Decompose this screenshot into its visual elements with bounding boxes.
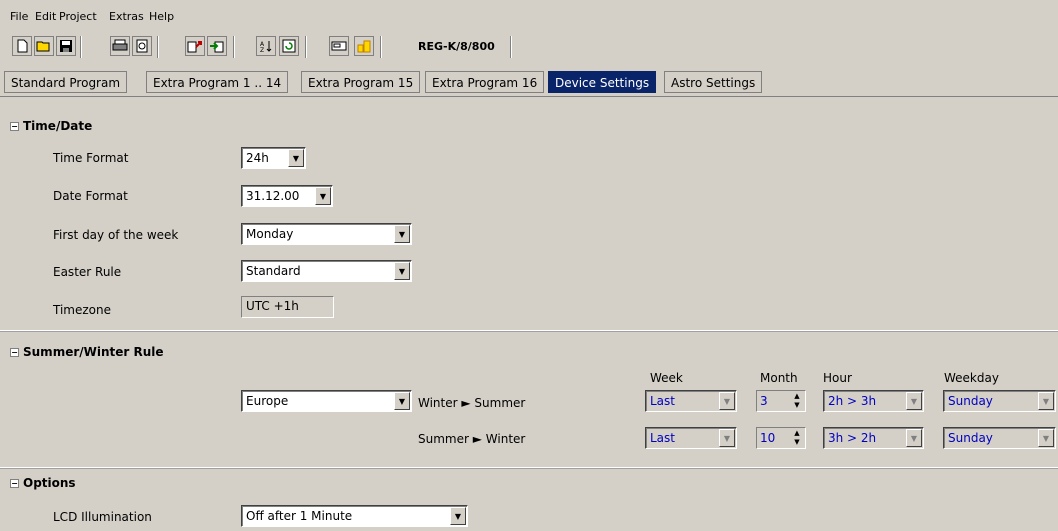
chevron-down-icon[interactable]: ▼	[719, 429, 735, 447]
folder-icon[interactable]	[354, 36, 374, 56]
toolbar-separator	[157, 36, 159, 58]
chevron-down-icon[interactable]: ▼	[1038, 429, 1054, 447]
divider	[0, 330, 1058, 332]
spinner-arrows-icon[interactable]: ▲ ▼	[790, 429, 804, 447]
collapse-icon[interactable]: −	[10, 121, 19, 131]
easter-rule-label: Easter Rule	[53, 265, 122, 279]
device-icon[interactable]	[329, 36, 349, 56]
device-name: REG-K/8/800	[418, 40, 495, 53]
time-format-label: Time Format	[53, 151, 129, 165]
week-select-winter-summer[interactable]: Last ▼	[645, 390, 737, 412]
easter-rule-select[interactable]: Standard ▼	[241, 260, 412, 282]
week-select-summer-winter[interactable]: Last ▼	[645, 427, 737, 449]
chevron-down-icon[interactable]: ▼	[719, 392, 735, 410]
section-title: Time/Date	[23, 119, 93, 133]
toolbar-separator	[380, 36, 382, 58]
chevron-down-icon[interactable]: ▼	[394, 392, 410, 410]
weekday-select-winter-summer[interactable]: Sunday ▼	[943, 390, 1056, 412]
chevron-down-icon[interactable]: ▼	[450, 507, 466, 525]
time-format-select[interactable]: 24h ▼	[241, 147, 306, 169]
section-title: Summer/Winter Rule	[23, 345, 164, 359]
column-week-header: Week	[650, 371, 683, 385]
month-spinner-winter-summer[interactable]: 3 ▲ ▼	[756, 390, 806, 412]
section-summer-winter[interactable]: − Summer/Winter Rule	[10, 345, 164, 359]
date-format-select[interactable]: 31.12.00 ▼	[241, 185, 333, 207]
section-title: Options	[23, 476, 76, 490]
hour-select-summer-winter[interactable]: 3h > 2h ▼	[823, 427, 924, 449]
toolbar-separator	[305, 36, 307, 58]
spinner-arrows-icon[interactable]: ▲ ▼	[790, 392, 804, 410]
month-spinner-summer-winter[interactable]: 10 ▲ ▼	[756, 427, 806, 449]
tab-device-settings[interactable]: Device Settings	[548, 71, 657, 93]
toolbar-separator	[80, 36, 82, 58]
rule-winter-summer-label: Winter ► Summer	[418, 396, 526, 410]
menu-help[interactable]: Help	[149, 10, 174, 23]
tab-extra-program-15[interactable]: Extra Program 15	[301, 71, 421, 93]
upload-icon[interactable]	[185, 36, 205, 56]
menu-project[interactable]: Project	[59, 10, 97, 23]
toolbar-separator	[510, 36, 512, 58]
first-day-select[interactable]: Monday ▼	[241, 223, 412, 245]
chevron-down-icon[interactable]: ▼	[1038, 392, 1054, 410]
print-preview-icon[interactable]	[132, 36, 152, 56]
chevron-down-icon[interactable]: ▼	[315, 187, 331, 205]
region-select[interactable]: Europe ▼	[241, 390, 412, 412]
refresh-icon[interactable]	[279, 36, 299, 56]
download-icon[interactable]	[207, 36, 227, 56]
rule-summer-winter-label: Summer ► Winter	[418, 432, 526, 446]
chevron-down-icon[interactable]: ▼	[394, 262, 410, 280]
device-settings-panel	[0, 96, 1058, 531]
timezone-label: Timezone	[53, 303, 111, 317]
new-icon[interactable]	[12, 36, 32, 56]
menu-file[interactable]: File	[10, 10, 28, 23]
menu-extras[interactable]: Extras	[109, 10, 144, 23]
menu-edit[interactable]: Edit	[35, 10, 56, 23]
collapse-icon[interactable]: −	[10, 478, 19, 488]
lcd-illumination-select[interactable]: Off after 1 Minute ▼	[241, 505, 468, 527]
column-hour-header: Hour	[823, 371, 852, 385]
chevron-down-icon[interactable]: ▼	[288, 149, 304, 167]
open-icon[interactable]	[34, 36, 54, 56]
toolbar-separator	[233, 36, 235, 58]
svg-text:Z: Z	[260, 47, 264, 53]
divider	[0, 467, 1058, 469]
section-options[interactable]: − Options	[10, 476, 76, 490]
menu-bar: File Edit Project Extras Help	[0, 0, 1058, 32]
chevron-down-icon[interactable]: ▼	[906, 392, 922, 410]
save-icon[interactable]	[56, 36, 76, 56]
sort-icon[interactable]: AZ	[256, 36, 276, 56]
weekday-select-summer-winter[interactable]: Sunday ▼	[943, 427, 1056, 449]
tab-astro-settings[interactable]: Astro Settings	[664, 71, 763, 93]
chevron-down-icon[interactable]: ▼	[906, 429, 922, 447]
print-icon[interactable]	[110, 36, 130, 56]
column-weekday-header: Weekday	[944, 371, 999, 385]
column-month-header: Month	[760, 371, 798, 385]
section-time-date[interactable]: − Time/Date	[10, 119, 92, 133]
timezone-field: UTC +1h	[241, 296, 334, 318]
lcd-illumination-label: LCD Illumination	[53, 510, 152, 524]
date-format-label: Date Format	[53, 189, 128, 203]
tab-standard-program[interactable]: Standard Program	[4, 71, 128, 93]
chevron-down-icon[interactable]: ▼	[394, 225, 410, 243]
collapse-icon[interactable]: −	[10, 347, 19, 357]
hour-select-winter-summer[interactable]: 2h > 3h ▼	[823, 390, 924, 412]
tab-extra-program-16[interactable]: Extra Program 16	[425, 71, 545, 93]
tab-extra-program-1-14[interactable]: Extra Program 1 .. 14	[146, 71, 289, 93]
first-day-label: First day of the week	[53, 228, 179, 242]
